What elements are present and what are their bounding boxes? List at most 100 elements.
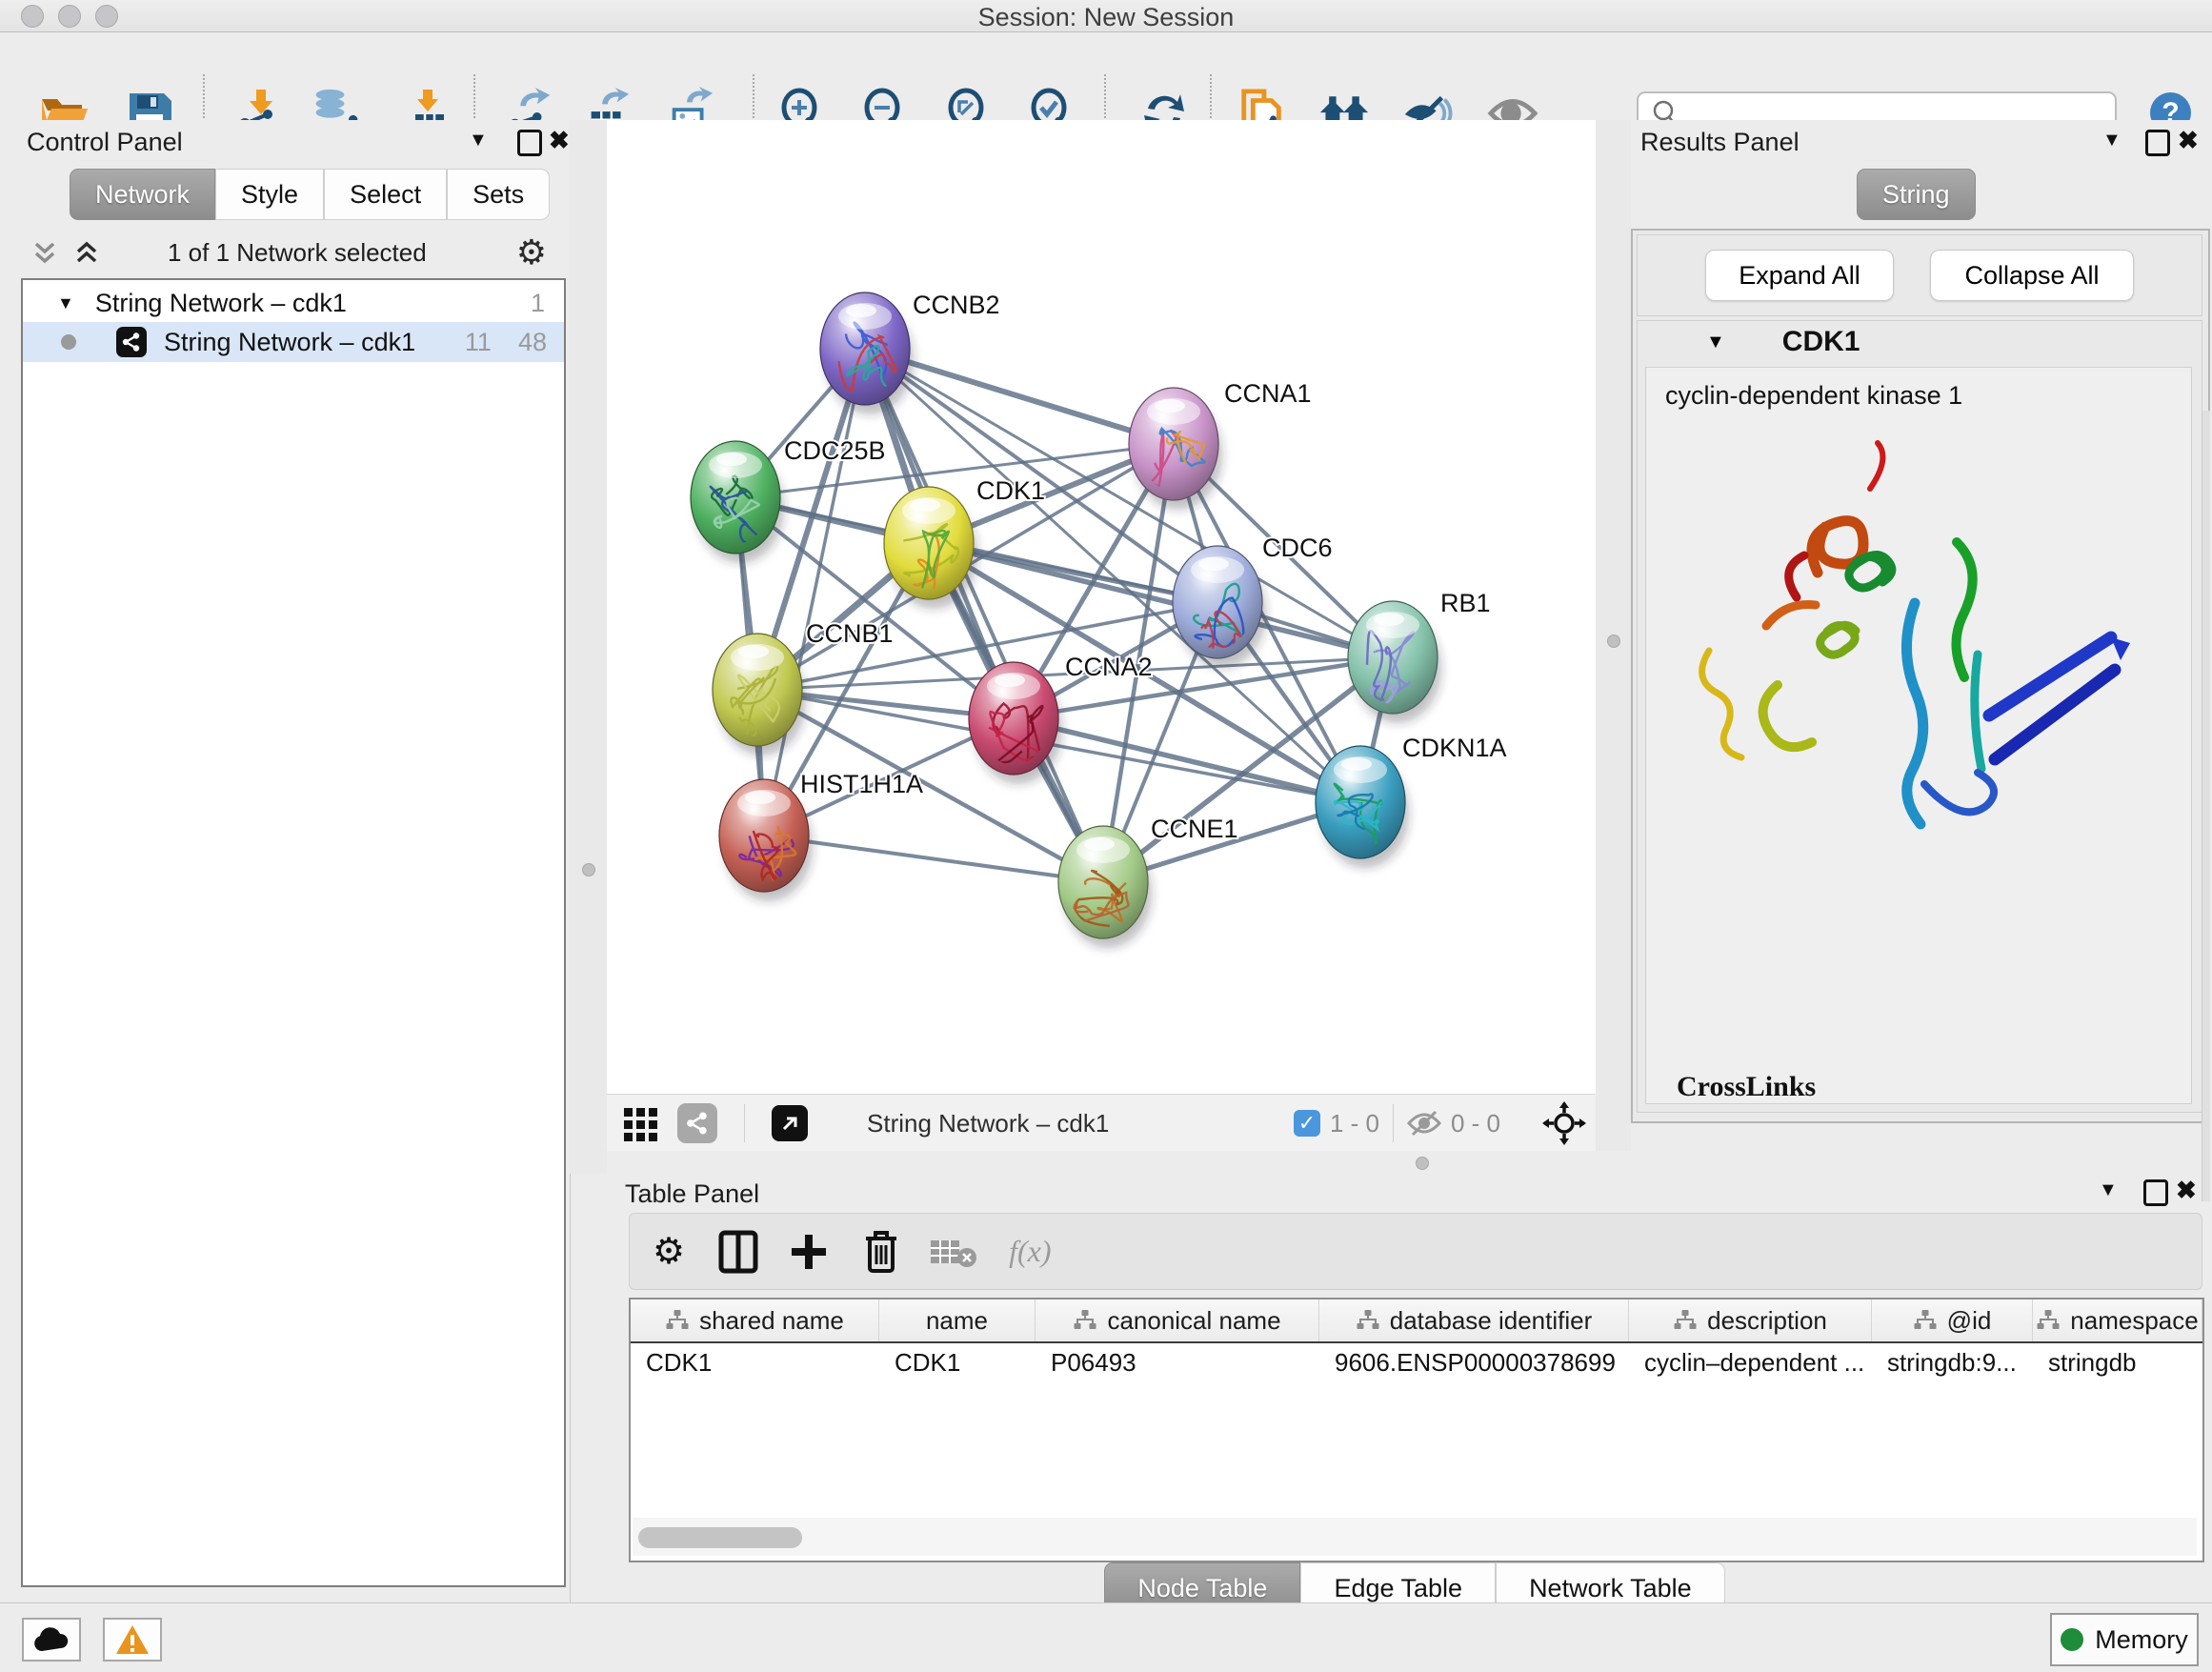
collapse-all-button[interactable]: Collapse All xyxy=(1930,250,2134,301)
control-panel-tabs: NetworkStyleSelectSets xyxy=(70,169,550,220)
cloud-icon xyxy=(32,1626,70,1653)
network-node-CDK1[interactable] xyxy=(884,487,977,609)
tab-sets[interactable]: Sets xyxy=(447,169,550,220)
fit-selected-crosshair-icon[interactable] xyxy=(1542,1101,1586,1145)
network-list: ▼ String Network – cdk1 1 String Network… xyxy=(21,278,566,1587)
column-header-canonicalname[interactable]: canonical name xyxy=(1036,1299,1319,1341)
section-collapse-icon[interactable]: ▼ xyxy=(1706,332,1725,353)
close-panel-icon[interactable]: ✖ xyxy=(2178,126,2199,155)
column-header-name[interactable]: name xyxy=(879,1299,1036,1341)
crosslink-row: Uniprot:P06493 xyxy=(1646,1101,2191,1104)
protein-structure-image xyxy=(1675,430,2151,858)
cell-namespace[interactable]: stringdb xyxy=(2033,1343,2202,1381)
tab-string[interactable]: String xyxy=(1857,169,1976,220)
results-buttons-row: Expand All Collapse All xyxy=(1637,234,2202,316)
delete-table-icon xyxy=(929,1235,978,1269)
splitter-grip-icon[interactable] xyxy=(1607,635,1620,648)
cell-description[interactable]: cyclin–dependent ... xyxy=(1629,1343,1872,1381)
table-panel: Table Panel ▼ ✖ ⚙ f(x) shared namenameca… xyxy=(617,1174,2212,1602)
gene-details: cyclin-dependent kinase 1 xyxy=(1645,367,2192,1104)
close-panel-icon[interactable]: ✖ xyxy=(2176,1176,2197,1205)
collapse-panel-icon[interactable]: ▼ xyxy=(469,130,488,151)
chevron-double-down-icon[interactable] xyxy=(30,236,59,269)
crosslinks-title: CrossLinks xyxy=(1677,1071,1816,1103)
network-collection-label: String Network – cdk1 xyxy=(95,289,347,318)
column-header-description[interactable]: description xyxy=(1629,1299,1872,1341)
warning-status-button[interactable] xyxy=(103,1618,162,1662)
memory-status-dot-icon xyxy=(2061,1628,2083,1651)
float-panel-icon[interactable] xyxy=(517,130,542,156)
panel-splitter-right[interactable] xyxy=(1596,120,1631,1174)
current-network-dot-icon xyxy=(61,334,76,350)
tab-select[interactable]: Select xyxy=(324,169,447,220)
table-row[interactable]: CDK1CDK1P064939606.ENSP00000378699cyclin… xyxy=(631,1343,2202,1381)
chevron-double-up-icon[interactable] xyxy=(72,236,101,269)
network-node-CDKN1A[interactable] xyxy=(1316,746,1409,868)
network-node-CCNE1[interactable] xyxy=(1058,826,1152,948)
network-node-CCNA2[interactable] xyxy=(969,662,1062,784)
status-bar: Memory xyxy=(0,1602,2212,1672)
column-header-databaseidentifier[interactable]: database identifier xyxy=(1319,1299,1629,1341)
network-canvas[interactable]: CCNB2CCNA1CDC25BCDK1CDC6RB1CCNB1CCNA2CDK… xyxy=(607,120,1596,1094)
delete-column-trash-icon[interactable] xyxy=(862,1229,900,1275)
node-label-CCNA2: CCNA2 xyxy=(1065,653,1153,681)
cell-id[interactable]: stringdb:9... xyxy=(1872,1343,2033,1381)
column-header-sharedname[interactable]: shared name xyxy=(631,1299,879,1341)
window-title: Session: New Session xyxy=(0,3,2212,32)
detach-view-icon[interactable] xyxy=(772,1105,808,1141)
tab-style[interactable]: Style xyxy=(215,169,324,220)
table-hscrollbar[interactable] xyxy=(633,1518,2197,1556)
warning-icon xyxy=(114,1623,151,1656)
node-label-CCNB2: CCNB2 xyxy=(913,291,1000,319)
network-node-HIST1H1A[interactable] xyxy=(719,779,813,901)
birds-eye-view-icon[interactable] xyxy=(677,1103,717,1143)
scrollbar-thumb[interactable] xyxy=(638,1527,802,1548)
network-row-selected[interactable]: String Network – cdk1 11 48 xyxy=(23,322,564,362)
panel-splitter-left[interactable] xyxy=(570,120,607,1174)
cell-canonicalname[interactable]: P06493 xyxy=(1036,1343,1319,1381)
splitter-grip-icon[interactable] xyxy=(1416,1157,1429,1170)
network-node-CCNB1[interactable] xyxy=(713,634,806,755)
tree-expand-icon[interactable]: ▼ xyxy=(57,293,74,313)
float-panel-icon[interactable] xyxy=(2143,1179,2168,1206)
network-node-CCNB2[interactable] xyxy=(820,292,914,414)
node-label-CDKN1A: CDKN1A xyxy=(1402,734,1507,762)
gear-icon[interactable]: ⚙ xyxy=(516,232,547,272)
collapse-panel-icon[interactable]: ▼ xyxy=(2099,1179,2118,1201)
collection-count: 1 xyxy=(531,289,545,318)
splitter-grip-icon[interactable] xyxy=(582,863,595,876)
node-label-HIST1H1A: HIST1H1A xyxy=(800,770,923,798)
add-column-icon[interactable] xyxy=(788,1231,830,1273)
column-header-id[interactable]: @id xyxy=(1872,1299,2033,1341)
network-row-label: String Network – cdk1 xyxy=(164,328,415,357)
grid-view-icon[interactable] xyxy=(620,1102,662,1144)
results-scrollbar[interactable] xyxy=(2202,411,2210,1201)
cell-databaseidentifier[interactable]: 9606.ENSP00000378699 xyxy=(1319,1343,1629,1381)
memory-button[interactable]: Memory xyxy=(2050,1613,2199,1666)
expand-all-button[interactable]: Expand All xyxy=(1705,250,1894,301)
cell-name[interactable]: CDK1 xyxy=(879,1343,1036,1381)
selected-checkbox-icon[interactable]: ✓ xyxy=(1294,1110,1320,1137)
node-label-CDK1: CDK1 xyxy=(976,476,1045,505)
network-collection-row[interactable]: ▼ String Network – cdk1 1 xyxy=(23,284,564,322)
network-node-RB1[interactable] xyxy=(1348,601,1441,723)
network-node-CDC6[interactable] xyxy=(1173,546,1266,668)
hidden-counts: 0 - 0 xyxy=(1451,1109,1500,1138)
network-selection-row: 1 of 1 Network selected ⚙ xyxy=(0,231,570,274)
show-columns-icon[interactable] xyxy=(717,1229,759,1275)
float-panel-icon[interactable] xyxy=(2145,130,2170,156)
gene-section-header[interactable]: ▼ CDK1 xyxy=(1638,321,2202,363)
network-node-CCNA1[interactable] xyxy=(1129,388,1222,510)
cloud-status-button[interactable] xyxy=(22,1618,81,1662)
collapse-panel-icon[interactable]: ▼ xyxy=(2102,130,2122,151)
node-label-CDC6: CDC6 xyxy=(1262,534,1333,562)
column-header-namespace[interactable]: namespace xyxy=(2033,1299,2202,1341)
control-panel: Control Panel ▼ ✖ NetworkStyleSelectSets… xyxy=(0,120,571,1602)
tab-network[interactable]: Network xyxy=(70,169,215,220)
cell-sharedname[interactable]: CDK1 xyxy=(631,1343,879,1381)
close-panel-icon[interactable]: ✖ xyxy=(549,126,570,155)
table-settings-gear-icon[interactable]: ⚙ xyxy=(653,1230,685,1273)
node-label-CDC25B: CDC25B xyxy=(784,436,886,465)
function-builder-icon: f(x) xyxy=(1009,1234,1051,1269)
node-table: shared namenamecanonical namedatabase id… xyxy=(629,1298,2204,1562)
